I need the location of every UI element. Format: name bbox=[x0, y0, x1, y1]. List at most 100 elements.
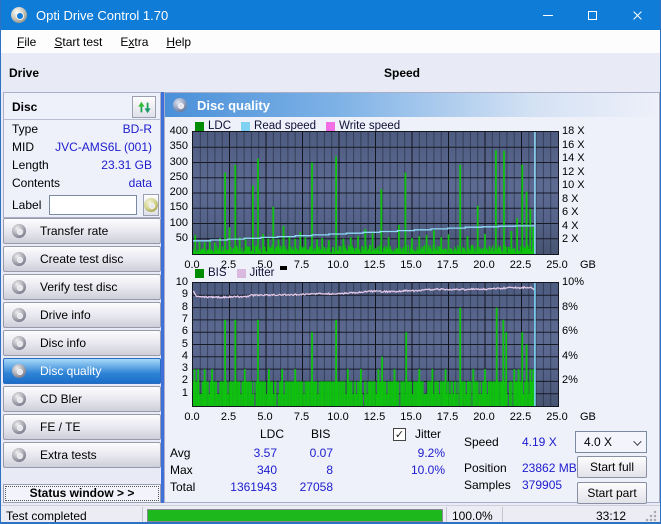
sidebar-item-extra-tests[interactable]: Extra tests bbox=[3, 442, 161, 468]
disc-refresh-button[interactable] bbox=[132, 96, 156, 118]
axis-tick-label: 17.5 bbox=[436, 411, 459, 423]
disc-info-row: Length 23.31 GB bbox=[4, 156, 160, 174]
max-jitter-value: 10.0% bbox=[410, 463, 445, 477]
sidebar-item-disc-quality[interactable]: Disc quality bbox=[3, 358, 161, 384]
axis-tick-label: 12.5 bbox=[363, 411, 386, 423]
jitter-column-header: Jitter bbox=[415, 427, 442, 441]
menu-extra[interactable]: Extra bbox=[112, 32, 156, 52]
sidebar-item-drive-info[interactable]: Drive info bbox=[3, 302, 161, 328]
axis-tick-label: 0.0 bbox=[184, 411, 200, 423]
legend-item: BIS bbox=[195, 267, 227, 279]
axis-tick-label: 10.0 bbox=[327, 259, 349, 271]
progress-percent: 100.0% bbox=[452, 509, 493, 523]
axis-tick-label: 6 bbox=[181, 325, 188, 338]
panel-title-bar: Disc quality bbox=[165, 93, 659, 117]
start-part-button[interactable]: Start part bbox=[577, 482, 647, 504]
sidebar-item-label: CD Bler bbox=[40, 392, 83, 406]
avg-jitter-value: 9.2% bbox=[417, 446, 445, 460]
avg-bis-value: 0.07 bbox=[309, 446, 333, 460]
avg-row-label: Avg bbox=[170, 446, 191, 460]
menu-file[interactable]: File bbox=[9, 32, 44, 52]
axis-tick-label: 5 bbox=[181, 337, 188, 350]
sidebar-item-disc-info[interactable]: Disc info bbox=[3, 330, 161, 356]
legend-swatch bbox=[326, 121, 336, 131]
disc-info-row: Contents data bbox=[4, 174, 160, 192]
status-window-button[interactable]: Status window > > bbox=[3, 484, 161, 503]
axis-tick-label: 7 bbox=[181, 312, 188, 325]
refresh-icon bbox=[137, 101, 151, 113]
sidebar-item-create-test-disc[interactable]: Create test disc bbox=[3, 246, 161, 272]
axis-tick-label: 4 X bbox=[562, 219, 579, 232]
bis-jitter-chart-plot bbox=[192, 282, 559, 407]
axis-tick-label: 5.0 bbox=[257, 411, 273, 423]
axis-tick-label: 1 bbox=[181, 386, 188, 399]
speed-stat-value: 4.19 X bbox=[522, 435, 557, 449]
disc-label-input[interactable] bbox=[49, 195, 138, 215]
position-stat-label: Position bbox=[464, 461, 507, 475]
title-bar: Opti Drive Control 1.70 bbox=[1, 0, 660, 30]
sidebar-item-label: Transfer rate bbox=[40, 224, 109, 238]
disc-row-value: BD-R bbox=[122, 122, 152, 136]
disc-icon bbox=[144, 198, 159, 212]
disc-icon bbox=[12, 224, 26, 238]
close-button[interactable] bbox=[615, 0, 660, 30]
disc-row-value: JVC-AMS6L (001) bbox=[55, 140, 152, 154]
minimize-button[interactable] bbox=[525, 0, 570, 30]
sidebar-item-label: Verify test disc bbox=[40, 280, 118, 294]
sidebar-item-label: Disc info bbox=[40, 336, 87, 350]
max-bis-value: 8 bbox=[326, 463, 333, 477]
total-row-label: Total bbox=[170, 480, 196, 494]
menu-start-test[interactable]: Start test bbox=[46, 32, 110, 52]
bis-chart-legend: BIS Jitter bbox=[195, 266, 288, 279]
axis-tick-label: 250 bbox=[169, 170, 188, 183]
total-bis-value: 27058 bbox=[299, 480, 333, 494]
status-text: Test completed bbox=[6, 509, 87, 523]
axis-tick-label: 17.5 bbox=[436, 259, 459, 271]
legend-label: Jitter bbox=[249, 267, 275, 279]
resize-grip[interactable] bbox=[645, 510, 657, 522]
axis-tick-label: 7.5 bbox=[293, 259, 310, 271]
ldc-column-header: LDC bbox=[260, 427, 285, 441]
sidebar-item-verify-test-disc[interactable]: Verify test disc bbox=[3, 274, 161, 300]
disc-icon bbox=[12, 252, 26, 266]
disc-icon bbox=[12, 392, 26, 406]
toolbar: Drive (H:) ATAPI iHBS112 2 CL0K Speed 4.… bbox=[1, 53, 660, 141]
axis-tick-label: 7.5 bbox=[293, 411, 310, 423]
axis-tick-label: 2 bbox=[181, 374, 188, 387]
disc-row-value: 23.31 GB bbox=[101, 158, 152, 172]
menu-help[interactable]: Help bbox=[158, 32, 199, 52]
jitter-checkbox[interactable]: ✓ bbox=[393, 428, 406, 441]
disc-info-row: MID JVC-AMS6L (001) bbox=[4, 138, 160, 156]
window-title: Opti Drive Control 1.70 bbox=[36, 7, 169, 23]
axis-tick-label: 18 X bbox=[562, 125, 585, 137]
axis-tick-label: 6% bbox=[562, 325, 578, 338]
sidebar-item-fe-te[interactable]: FE / TE bbox=[3, 414, 161, 440]
axis-tick-label: 6 X bbox=[562, 206, 579, 219]
legend-swatch bbox=[195, 121, 204, 131]
disc-info-row: Type BD-R bbox=[4, 120, 160, 138]
disc-row-label: Type bbox=[12, 122, 39, 136]
sidebar-item-transfer-rate[interactable]: Transfer rate bbox=[3, 218, 161, 244]
stats-area: LDC BIS ✓ Jitter Avg 3.57 0.07 9.2% Max … bbox=[165, 427, 659, 504]
samples-stat-value: 379905 bbox=[522, 478, 563, 492]
start-full-button[interactable]: Start full bbox=[577, 456, 647, 478]
speed-label: Speed bbox=[384, 66, 421, 80]
disc-icon bbox=[12, 336, 26, 350]
axis-tick-label: 2 X bbox=[562, 233, 579, 246]
disc-row-label: Contents bbox=[12, 176, 61, 190]
axis-tick-label: 200 bbox=[169, 186, 188, 198]
sidebar-item-cd-bler[interactable]: CD Bler bbox=[3, 386, 161, 412]
max-ldc-value: 340 bbox=[256, 463, 277, 477]
elapsed-time: 33:12 bbox=[596, 509, 627, 523]
axis-tick-label: 14 X bbox=[562, 152, 585, 165]
sidebar-item-label: Create test disc bbox=[40, 252, 124, 266]
disc-quality-icon bbox=[173, 98, 187, 112]
app-window: Opti Drive Control 1.70 File Start test … bbox=[0, 0, 661, 524]
test-speed-value: 4.0 X bbox=[584, 435, 613, 449]
test-speed-select[interactable]: 4.0 X bbox=[575, 431, 647, 453]
disc-label-button[interactable] bbox=[143, 194, 160, 216]
maximize-button[interactable] bbox=[570, 0, 615, 30]
axis-tick-label: 20.0 bbox=[473, 411, 495, 423]
disc-icon bbox=[12, 420, 26, 434]
axis-tick-label: 12 X bbox=[562, 165, 585, 178]
